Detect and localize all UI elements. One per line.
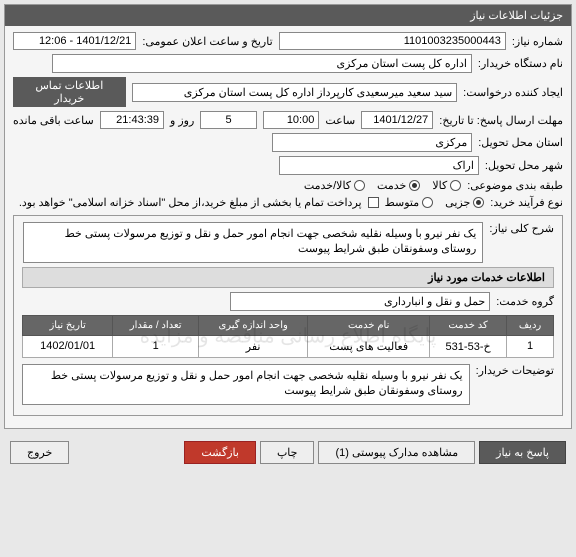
radio-goods[interactable]: کالا xyxy=(432,179,461,192)
announce-label: تاریخ و ساعت اعلان عمومی: xyxy=(142,35,272,48)
th-qty: تعداد / مقدار xyxy=(113,315,199,335)
attachments-button[interactable]: مشاهده مدارک پیوستی (1) xyxy=(318,441,475,464)
deadline-label: مهلت ارسال پاسخ: تا تاریخ: xyxy=(439,114,563,127)
back-button[interactable]: بازگشت xyxy=(184,441,256,464)
delivery-province-field: مرکزی xyxy=(272,133,472,152)
buyer-org-label: نام دستگاه خریدار: xyxy=(478,57,563,70)
th-date: تاریخ نیاز xyxy=(23,315,113,335)
radio-service[interactable]: خدمت xyxy=(377,179,420,192)
reply-button[interactable]: پاسخ به نیاز xyxy=(479,441,566,464)
requester-label: ایجاد کننده درخواست: xyxy=(463,86,563,99)
service-group-field: حمل و نقل و انبارداری xyxy=(230,292,490,311)
radio-minor[interactable]: جزیی xyxy=(445,196,484,209)
radio-both[interactable]: کالا/خدمت xyxy=(304,179,365,192)
services-table: ردیف کد خدمت نام خدمت واحد اندازه گیری ت… xyxy=(22,315,554,358)
delivery-city-field: اراک xyxy=(279,156,479,175)
announce-field: 1401/12/21 - 12:06 xyxy=(13,32,136,50)
service-group-label: گروه خدمت: xyxy=(496,295,554,308)
hour-label-1: ساعت xyxy=(325,114,355,127)
treasury-note: پرداخت تمام یا بخشی از مبلغ خرید،از محل … xyxy=(19,196,362,209)
services-info-header: اطلاعات خدمات مورد نیاز xyxy=(22,267,554,288)
delivery-province-label: استان محل تحویل: xyxy=(478,136,563,149)
exit-button[interactable]: خروج xyxy=(10,441,69,464)
contact-info-button[interactable]: اطلاعات تماس خریدار xyxy=(13,77,126,107)
delivery-city-label: شهر محل تحویل: xyxy=(485,159,563,172)
th-unit: واحد اندازه گیری xyxy=(199,315,308,335)
day-word: روز و xyxy=(170,114,194,127)
general-desc-label: شرح کلی نیاز: xyxy=(489,222,554,235)
subject-class-label: طبقه بندی موضوعی: xyxy=(467,179,563,192)
buyer-notes-field: یک نفر نیرو با وسیله نقلیه شخصی جهت انجا… xyxy=(22,364,470,405)
th-name: نام خدمت xyxy=(308,315,430,335)
requester-field: سید سعید میرسعیدی کارپرداز اداره کل پست … xyxy=(132,83,458,102)
panel-title: جزئیات اطلاعات نیاز xyxy=(5,5,571,26)
th-code: کد خدمت xyxy=(430,315,507,335)
print-button[interactable]: چاپ xyxy=(260,441,315,464)
days-left-field: 5 xyxy=(200,111,257,129)
need-number-field: 1101003235000443 xyxy=(279,32,506,50)
purchase-type-label: نوع فرآیند خرید: xyxy=(490,196,563,209)
time-left-label: ساعت باقی مانده xyxy=(13,114,94,127)
deadline-date-field: 1401/12/27 xyxy=(361,111,433,129)
deadline-hour-field: 10:00 xyxy=(263,111,320,129)
main-panel: جزئیات اطلاعات نیاز شماره نیاز: 11010032… xyxy=(4,4,572,429)
buyer-org-field: اداره کل پست استان مرکزی xyxy=(52,54,472,73)
need-number-label: شماره نیاز: xyxy=(512,35,563,48)
purchase-type-radios: جزیی متوسط xyxy=(385,196,485,209)
table-row: 1 خ-53-531 فعالیت های پست نفر 1 1402/01/… xyxy=(23,335,554,357)
th-idx: ردیف xyxy=(507,315,554,335)
general-desc-field: یک نفر نیرو با وسیله نقلیه شخصی جهت انجا… xyxy=(23,222,483,263)
footer-buttons: پاسخ به نیاز مشاهده مدارک پیوستی (1) چاپ… xyxy=(4,435,572,470)
treasury-checkbox[interactable] xyxy=(368,197,379,208)
buyer-notes-label: توضیحات خریدار: xyxy=(476,364,554,377)
time-left-field: 21:43:39 xyxy=(100,111,164,129)
radio-medium[interactable]: متوسط xyxy=(385,196,434,209)
subject-class-radios: کالا خدمت کالا/خدمت xyxy=(304,179,461,192)
